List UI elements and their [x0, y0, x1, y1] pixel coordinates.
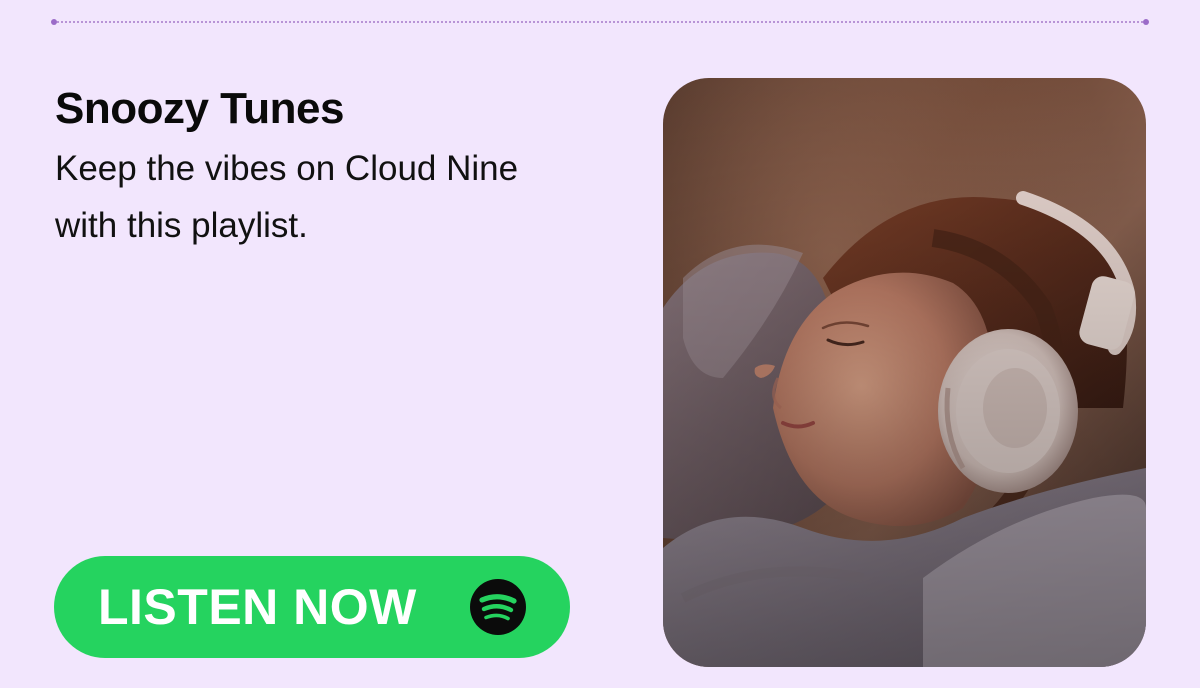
playlist-title: Snoozy Tunes — [55, 84, 344, 133]
divider-line — [54, 21, 1146, 23]
spotify-logo-icon — [470, 579, 526, 635]
playlist-description: Keep the vibes on Cloud Nine with this p… — [55, 149, 519, 245]
divider-dot-right — [1143, 19, 1149, 25]
top-divider — [51, 19, 1149, 25]
listen-now-label: LISTEN NOW — [98, 579, 417, 635]
divider-dot-left — [51, 19, 57, 25]
hero-photo — [663, 78, 1146, 667]
listen-now-button[interactable]: LISTEN NOW — [54, 556, 570, 658]
